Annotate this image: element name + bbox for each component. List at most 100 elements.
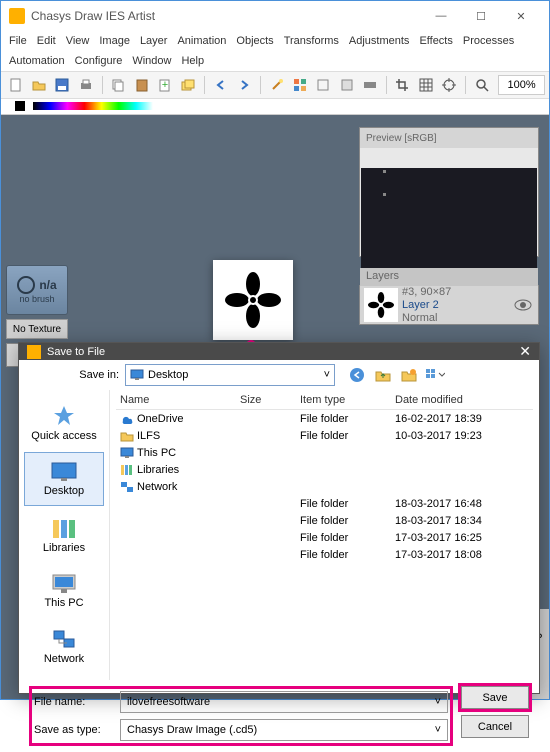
dialog-title: Save to File (47, 346, 519, 358)
redo-icon[interactable] (233, 74, 254, 96)
tool-a-icon[interactable] (313, 74, 334, 96)
col-size[interactable]: Size (236, 394, 296, 406)
color-ruler[interactable] (1, 99, 549, 115)
menubar: File Edit View Image Layer Animation Obj… (1, 31, 549, 51)
layers-panel[interactable]: Layers #3, 90×87 Layer 2 Normal (359, 285, 539, 325)
menu-edit[interactable]: Edit (37, 35, 56, 47)
grid2-icon[interactable] (415, 74, 436, 96)
wand-icon[interactable] (266, 74, 287, 96)
file-list[interactable]: Name Size Item type Date modified OneDri… (109, 390, 539, 680)
app-title: Chasys Draw IES Artist (31, 9, 421, 23)
file-row[interactable]: Libraries (116, 461, 533, 478)
zoom-combo[interactable]: 100% (498, 75, 545, 95)
layer-blend: Normal (402, 312, 451, 324)
save-icon[interactable] (52, 74, 73, 96)
file-row[interactable]: File folder18-03-2017 16:48 (116, 495, 533, 512)
col-name[interactable]: Name (116, 394, 236, 406)
save-in-combo[interactable]: Desktop ˅ (125, 364, 335, 386)
menu-objects[interactable]: Objects (236, 35, 273, 47)
file-name-label: File name: (34, 696, 114, 708)
menu-file[interactable]: File (9, 35, 27, 47)
col-date[interactable]: Date modified (391, 394, 511, 406)
layer-icon[interactable] (178, 74, 199, 96)
save-in-value: Desktop (148, 369, 188, 381)
copy-icon[interactable] (108, 74, 129, 96)
layer-thumb[interactable] (364, 288, 398, 322)
menu-transforms[interactable]: Transforms (284, 35, 339, 47)
menu-configure[interactable]: Configure (75, 55, 123, 67)
menu-help[interactable]: Help (181, 55, 204, 67)
file-name-input[interactable]: ilovefreesoftware˅ (120, 691, 448, 713)
zoom-value: 100% (508, 79, 536, 91)
up-folder-icon[interactable] (373, 365, 393, 385)
app-icon (9, 8, 25, 24)
place-quick-access[interactable]: Quick access (24, 396, 104, 450)
filename-highlight: File name: ilovefreesoftware˅ Save as ty… (29, 686, 453, 746)
cancel-button[interactable]: Cancel (461, 715, 529, 738)
file-list-header[interactable]: Name Size Item type Date modified (116, 394, 533, 410)
menu-adjustments[interactable]: Adjustments (349, 35, 410, 47)
menu-automation[interactable]: Automation (9, 55, 65, 67)
open-icon[interactable] (28, 74, 49, 96)
undo-icon[interactable] (210, 74, 231, 96)
back-icon[interactable] (347, 365, 367, 385)
grid-icon[interactable] (289, 74, 310, 96)
canvas-artwork[interactable] (213, 260, 293, 340)
file-row[interactable]: ILFSFile folder10-03-2017 19:23 (116, 427, 533, 444)
eye-icon[interactable] (514, 299, 532, 311)
layer-name: Layer 2 (402, 299, 451, 311)
layer-info: #3, 90×87 (402, 286, 451, 298)
file-row[interactable]: This PC (116, 444, 533, 461)
menu-animation[interactable]: Animation (177, 35, 226, 47)
tool-b-icon[interactable] (336, 74, 357, 96)
new-icon[interactable] (5, 74, 26, 96)
close-button[interactable]: ✕ (501, 2, 541, 30)
new-folder-icon[interactable] (399, 365, 419, 385)
places-bar: Quick access Desktop Libraries This PC N… (19, 390, 109, 680)
menu-effects[interactable]: Effects (419, 35, 452, 47)
save-in-row: Save in: Desktop ˅ (19, 360, 539, 390)
menu-processes[interactable]: Processes (463, 35, 514, 47)
maximize-button[interactable]: ☐ (461, 2, 501, 30)
brush-label: no brush (19, 294, 54, 304)
place-libraries[interactable]: Libraries (24, 508, 104, 562)
file-row[interactable]: OneDriveFile folder16-02-2017 18:39 (116, 410, 533, 427)
desktop-icon (130, 369, 144, 381)
dialog-close-button[interactable]: ✕ (519, 343, 531, 360)
crop-icon[interactable] (392, 74, 413, 96)
menu-window[interactable]: Window (132, 55, 171, 67)
target-icon[interactable] (439, 74, 460, 96)
texture-panel[interactable]: No Texture (6, 319, 68, 339)
print-icon[interactable] (75, 74, 96, 96)
place-network[interactable]: Network (24, 620, 104, 674)
menubar-2: Automation Configure Window Help (1, 51, 549, 71)
minimize-button[interactable]: — (421, 2, 461, 30)
file-row[interactable]: File folder18-03-2017 18:34 (116, 512, 533, 529)
save-type-combo[interactable]: Chasys Draw Image (.cd5)˅ (120, 719, 448, 741)
file-row[interactable]: File folder17-03-2017 18:08 (116, 546, 533, 563)
dialog-icon (27, 345, 41, 359)
file-rows: OneDriveFile folder16-02-2017 18:39ILFSF… (116, 410, 533, 680)
paste-icon[interactable] (131, 74, 152, 96)
menu-layer[interactable]: Layer (140, 35, 168, 47)
titlebar[interactable]: Chasys Draw IES Artist — ☐ ✕ (1, 1, 549, 31)
place-desktop[interactable]: Desktop (24, 452, 104, 506)
save-button[interactable]: Save (461, 686, 529, 709)
preview-panel[interactable]: Preview [sRGB] (359, 127, 539, 257)
col-type[interactable]: Item type (296, 394, 391, 406)
brush-panel[interactable]: n/a no brush (6, 265, 68, 315)
menu-image[interactable]: Image (99, 35, 130, 47)
dialog-titlebar[interactable]: Save to File ✕ (19, 343, 539, 360)
toolbar: + 100% (1, 71, 549, 99)
tool-c-icon[interactable] (359, 74, 380, 96)
svg-text:+: + (162, 79, 168, 91)
menu-view[interactable]: View (66, 35, 90, 47)
view-menu-icon[interactable] (425, 365, 445, 385)
save-in-label: Save in: (29, 369, 119, 381)
place-this-pc[interactable]: This PC (24, 564, 104, 618)
magnify-icon[interactable] (471, 74, 492, 96)
file-row[interactable]: Network (116, 478, 533, 495)
file-row[interactable]: File folder17-03-2017 16:25 (116, 529, 533, 546)
brush-status: n/a (39, 278, 56, 292)
add-icon[interactable]: + (154, 74, 175, 96)
